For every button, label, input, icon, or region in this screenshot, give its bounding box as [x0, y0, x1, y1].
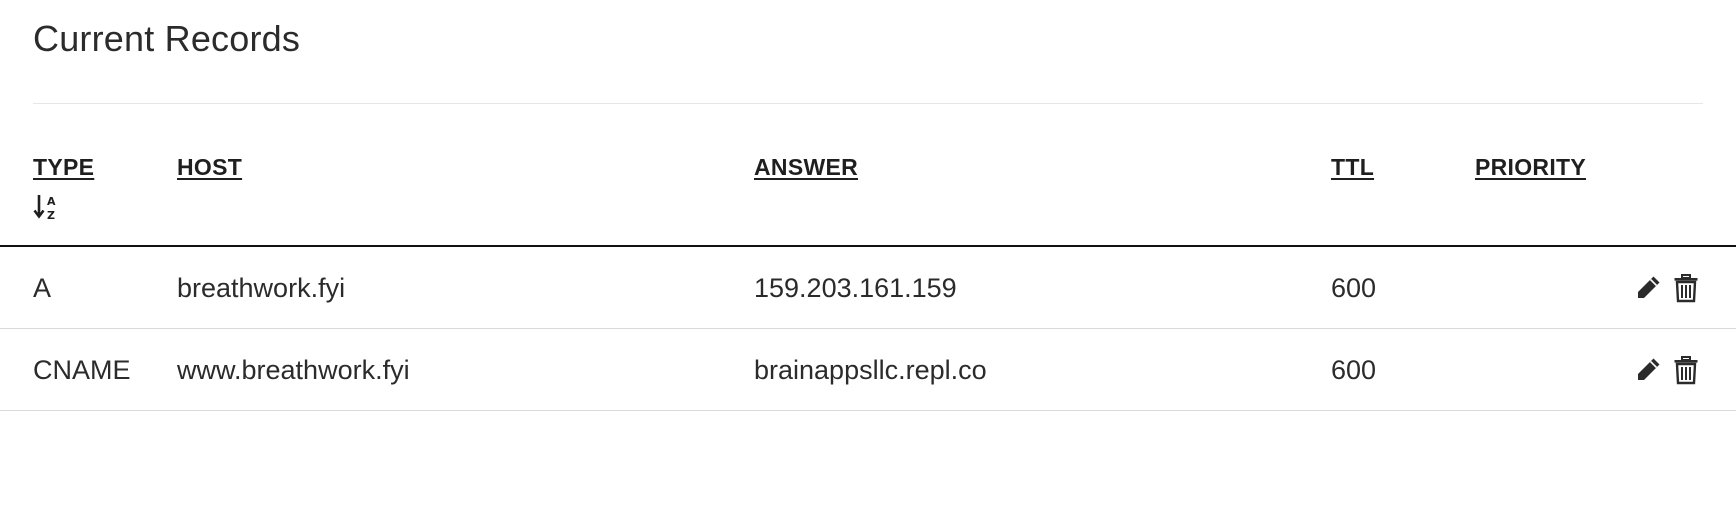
- record-host: www.breathwork.fyi: [177, 355, 410, 385]
- record-type: A: [33, 273, 52, 303]
- table-row: A breathwork.fyi 159.203.161.159 600: [0, 247, 1736, 329]
- row-actions: [1633, 355, 1701, 385]
- record-type: CNAME: [33, 355, 131, 385]
- trash-icon[interactable]: [1671, 355, 1701, 385]
- column-header-type[interactable]: TYPE: [33, 154, 94, 181]
- svg-text:Z: Z: [47, 209, 55, 221]
- row-divider: [0, 410, 1736, 411]
- svg-text:A: A: [47, 195, 56, 208]
- trash-icon[interactable]: [1671, 273, 1701, 303]
- table-row: CNAME www.breathwork.fyi brainappsllc.re…: [0, 329, 1736, 411]
- column-header-answer[interactable]: ANSWER: [754, 154, 858, 181]
- pencil-icon[interactable]: [1633, 355, 1663, 385]
- column-header-host[interactable]: HOST: [177, 154, 242, 181]
- record-ttl: 600: [1331, 355, 1377, 385]
- record-ttl: 600: [1331, 273, 1377, 303]
- column-header-ttl[interactable]: TTL: [1331, 154, 1374, 181]
- record-answer: 159.203.161.159: [754, 273, 957, 303]
- page-title: Current Records: [33, 18, 301, 59]
- column-header-priority[interactable]: PRIORITY: [1475, 154, 1586, 181]
- sort-alpha-down-icon[interactable]: A Z: [33, 193, 63, 221]
- record-host: breathwork.fyi: [177, 273, 346, 303]
- title-divider: [33, 103, 1703, 104]
- record-answer: brainappsllc.repl.co: [754, 355, 987, 385]
- pencil-icon[interactable]: [1633, 273, 1663, 303]
- row-actions: [1633, 273, 1701, 303]
